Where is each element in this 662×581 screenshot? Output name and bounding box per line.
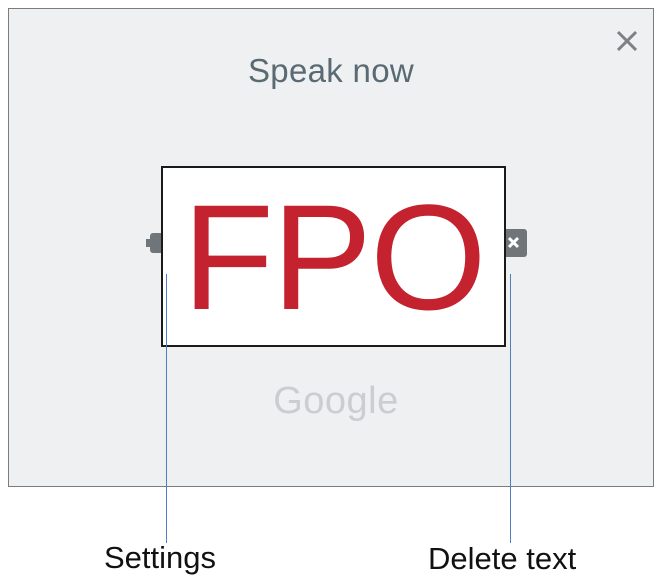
delete-callout-label: Delete text: [428, 541, 577, 576]
settings-callout-line: [166, 274, 167, 543]
delete-callout-line: [510, 274, 511, 543]
settings-callout-label: Settings: [104, 540, 217, 575]
fpo-placeholder: FPO: [161, 166, 506, 347]
speak-now-title: Speak now: [248, 52, 414, 89]
fpo-text: FPO: [182, 172, 486, 341]
google-logo: Google: [273, 380, 399, 422]
